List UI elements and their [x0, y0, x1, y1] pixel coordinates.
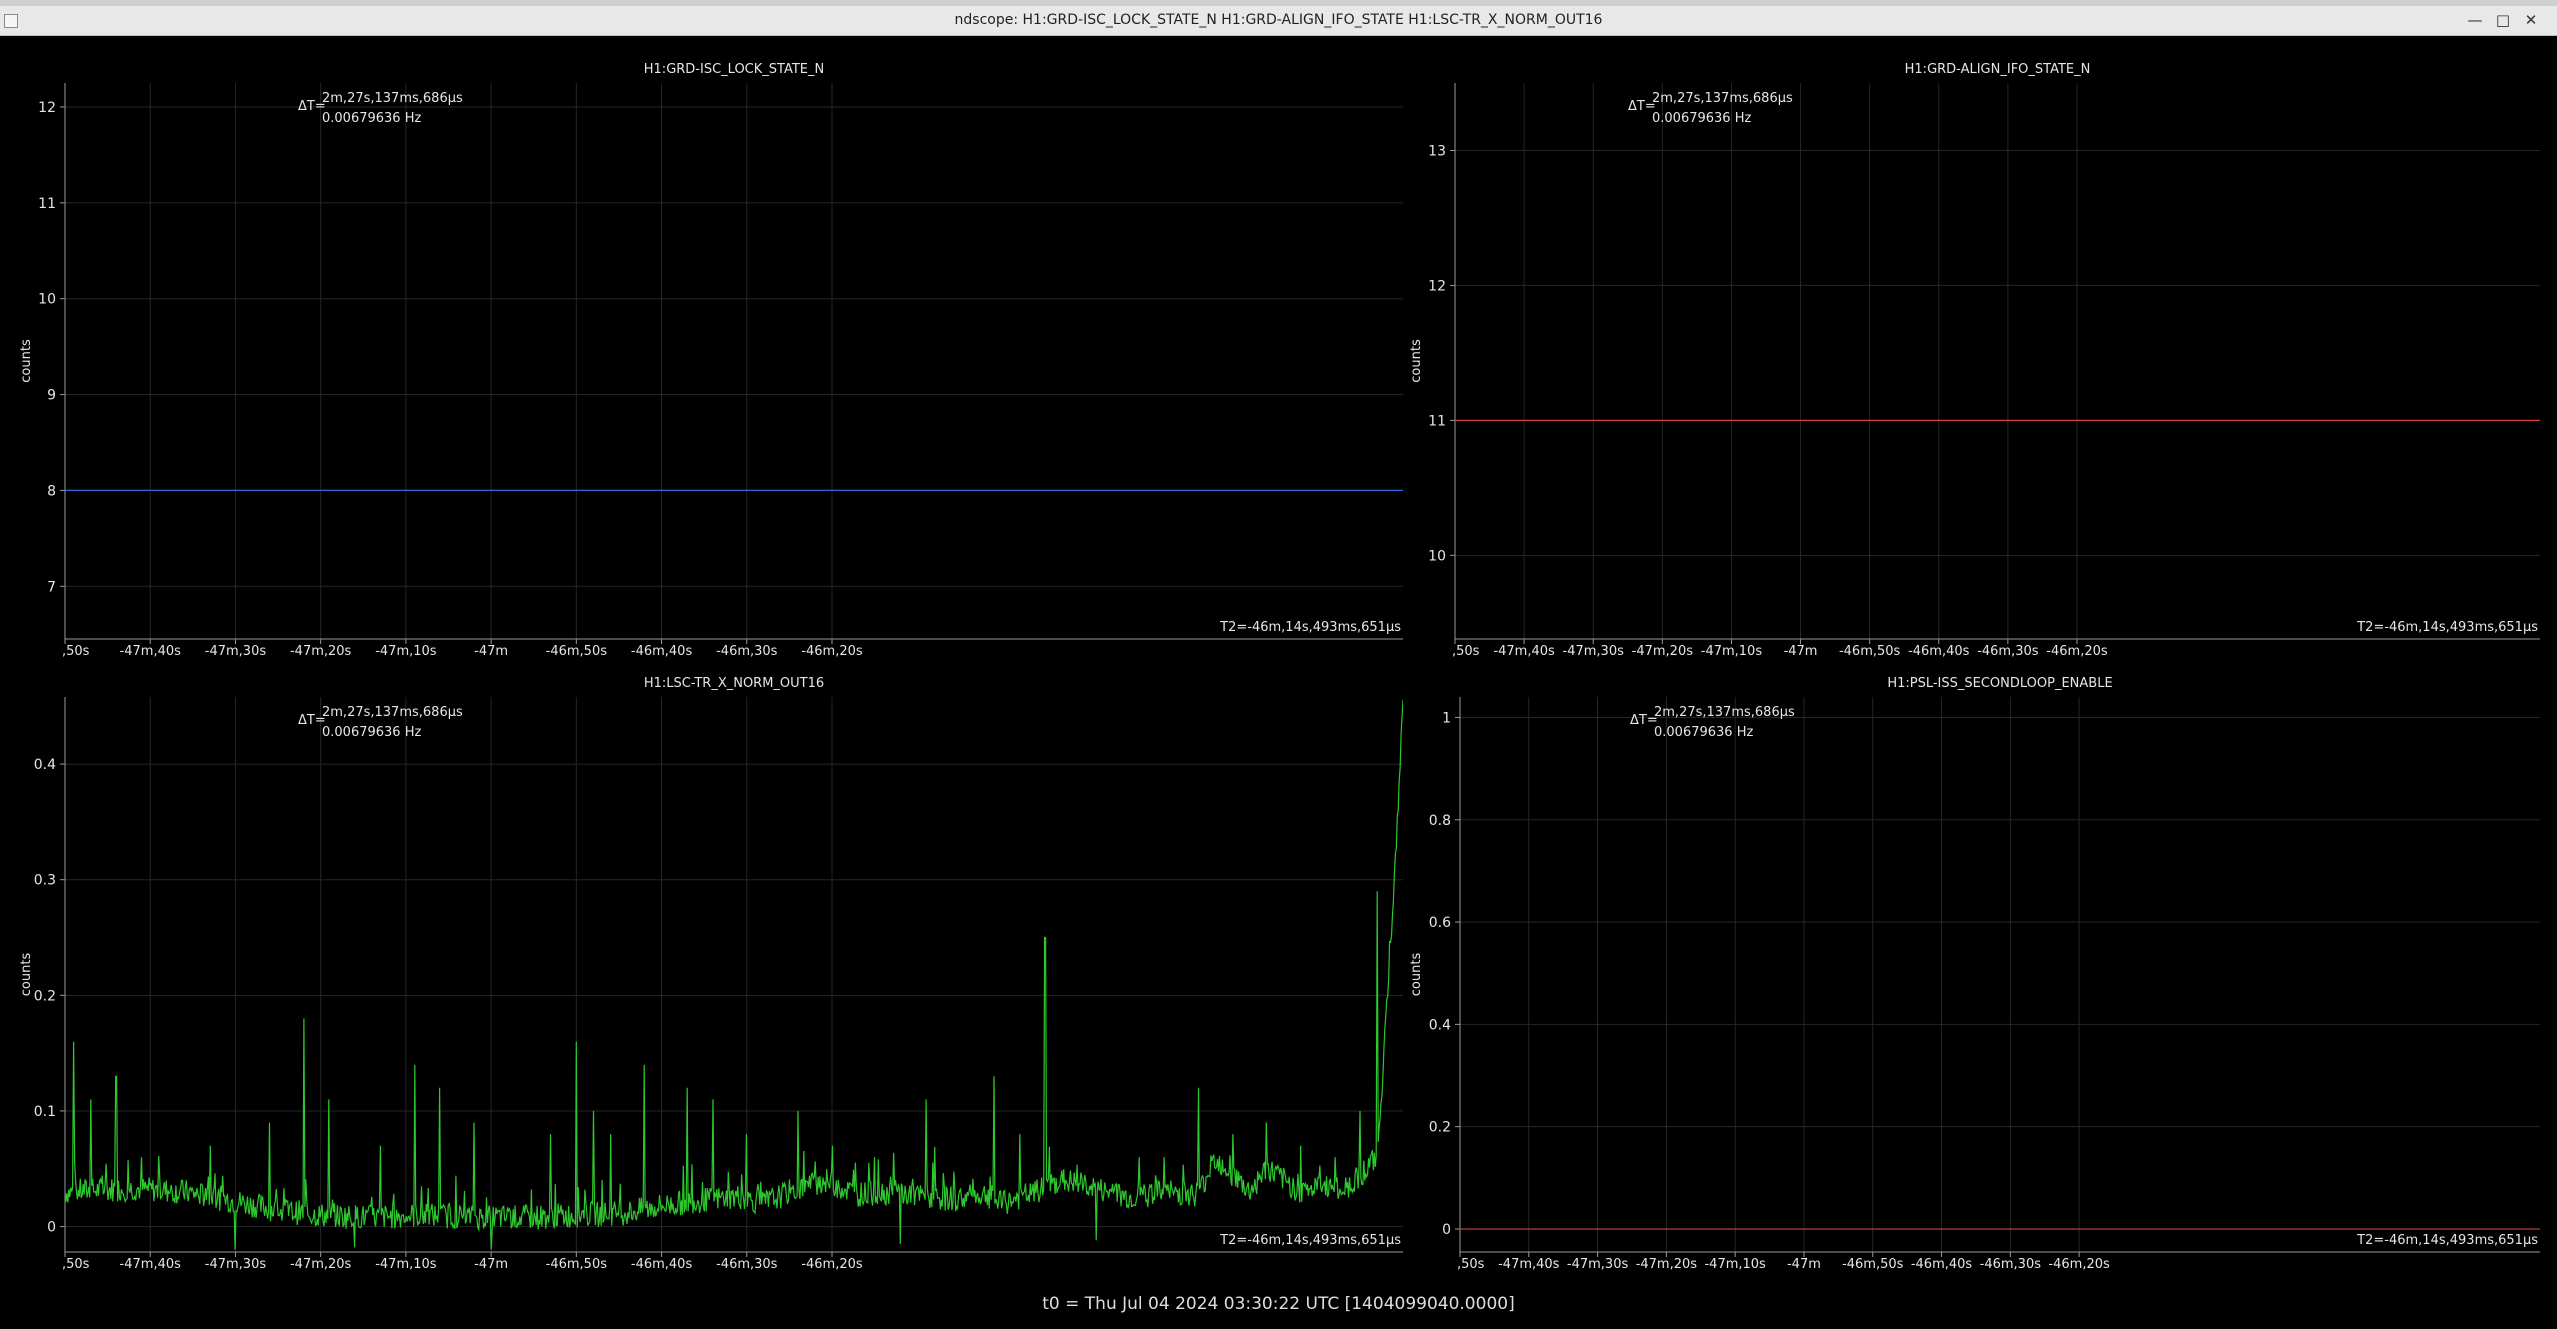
y-tick-label: 0.3 — [34, 873, 56, 889]
delta-freq-value: 0.00679636 Hz — [1654, 725, 1753, 740]
x-tick-label: -47m,40s — [1498, 1257, 1560, 1272]
y-tick-label: 7 — [47, 579, 56, 595]
series-line-1 — [65, 699, 1403, 1250]
chart-title: H1:LSC-TR_X_NORM_OUT16 — [644, 676, 824, 691]
delta-freq-value: 0.00679636 Hz — [322, 111, 421, 126]
y-tick-label: 12 — [38, 100, 56, 116]
x-tick-label: -46m,50s — [1839, 644, 1901, 659]
y-tick-label: 11 — [38, 196, 56, 212]
window-title: ndscope: H1:GRD-ISC_LOCK_STATE_N H1:GRD-… — [954, 12, 1603, 28]
x-tick-label: -47m,20s — [1632, 644, 1694, 659]
y-tick-label: 13 — [1428, 143, 1446, 159]
x-tick-label: -47m,40s — [1493, 644, 1555, 659]
t2-cursor-label: T2=-46m,14s,493ms,651µs — [1219, 1233, 1401, 1248]
chart-panel-1: 7 8 9 10 11 12 ,50s -47m,40s -47m,30s -47m,20s -47… — [19, 62, 1403, 659]
x-tick-label: -46m,50s — [1842, 1257, 1904, 1272]
chart-title: H1:GRD-ALIGN_IFO_STATE_N — [1905, 62, 2091, 77]
x-tick-label: -47m,10s — [1704, 1257, 1766, 1272]
x-tick-label: -47m,20s — [1636, 1257, 1698, 1272]
x-tick-label: -46m,40s — [1908, 644, 1970, 659]
y-tick-label: 0.4 — [1429, 1017, 1451, 1033]
y-tick-label: 0.1 — [34, 1104, 56, 1120]
x-tick-label: -46m,20s — [801, 644, 863, 659]
chart-panel-3: 0 0.1 0.2 0.3 0.4 ,50s -47m,40s -47m,30s -47m,20… — [19, 676, 1403, 1272]
delta-freq-value: 0.00679636 Hz — [1652, 111, 1751, 126]
x-tick-label: -46m,20s — [2046, 644, 2108, 659]
x-tick-label: -47m — [1784, 644, 1818, 659]
y-axis-label: counts — [19, 953, 34, 997]
y-tick-label: 1 — [1442, 710, 1451, 726]
x-tick-label: -47m,40s — [120, 644, 182, 659]
y-tick-label: 0.2 — [34, 988, 56, 1004]
y-tick-label: 12 — [1428, 278, 1446, 294]
x-tick-label: -46m,40s — [631, 1257, 693, 1272]
delta-t-value: 2m,27s,137ms,686µs — [1654, 705, 1795, 720]
x-tick-label: -46m,30s — [1980, 1257, 2042, 1272]
y-tick-label: 0 — [1442, 1222, 1451, 1238]
chart-panel-2: 10 11 12 13 ,50s -47m,40s -47m,30s -47m,20s -47m… — [1409, 62, 2540, 659]
x-tick-label: -47m,20s — [290, 644, 352, 659]
chart-panel-4: 0 0.2 0.4 0.6 0.8 1 ,50s -47m,40s -47m,30s -47m,2… — [1409, 676, 2540, 1272]
y-tick-label: 11 — [1428, 413, 1446, 429]
chart-title: H1:PSL-ISS_SECONDLOOP_ENABLE — [1887, 676, 2112, 691]
x-tick-label: -47m,30s — [205, 644, 267, 659]
x-tick-label: -47m,30s — [1563, 644, 1625, 659]
x-tick-label: -46m,50s — [546, 1257, 608, 1272]
y-axis-label: counts — [19, 339, 34, 383]
x-tick-label: -47m,30s — [1567, 1257, 1629, 1272]
delta-t-value: 2m,27s,137ms,686µs — [322, 91, 463, 106]
y-tick-label: 8 — [47, 483, 56, 499]
x-tick-label: -46m,50s — [546, 644, 608, 659]
x-tick-label: -47m,40s — [120, 1257, 182, 1272]
x-tick-label: -46m,30s — [1977, 644, 2039, 659]
x-tick-label: ,50s — [1457, 1257, 1485, 1272]
close-icon[interactable]: ✕ — [2520, 9, 2542, 31]
x-tick-label: -47m,10s — [375, 644, 437, 659]
x-tick-label: -46m,20s — [2048, 1257, 2110, 1272]
x-tick-label: -46m,30s — [716, 644, 778, 659]
x-tick-label: -46m,40s — [1911, 1257, 1973, 1272]
t2-cursor-label: T2=-46m,14s,493ms,651µs — [2356, 620, 2538, 635]
delta-freq-value: 0.00679636 Hz — [322, 725, 421, 740]
t2-cursor-label: T2=-46m,14s,493ms,651µs — [2356, 1233, 2538, 1248]
y-tick-label: 0.2 — [1429, 1120, 1451, 1136]
x-tick-label: ,50s — [62, 644, 90, 659]
plots-canvas[interactable]: 789101112,50s -47m,40s -47m,30s -47m,20s -47… — [0, 37, 2557, 1292]
x-tick-label: ,50s — [62, 1257, 90, 1272]
x-tick-label: -47m,20s — [290, 1257, 352, 1272]
x-tick-label: -47m — [474, 1257, 508, 1272]
y-tick-label: 10 — [38, 292, 56, 308]
y-tick-label: 0.4 — [34, 757, 56, 773]
y-tick-label: 0.8 — [1429, 813, 1451, 829]
delta-t-value: 2m,27s,137ms,686µs — [322, 705, 463, 720]
minimize-icon[interactable]: — — [2464, 9, 2486, 31]
y-axis-label: counts — [1409, 339, 1424, 383]
x-tick-label: -46m,40s — [631, 644, 693, 659]
t2-cursor-label: T2=-46m,14s,493ms,651µs — [1219, 620, 1401, 635]
x-tick-label: -46m,30s — [716, 1257, 778, 1272]
x-tick-label: -47m,30s — [205, 1257, 267, 1272]
y-tick-label: 0.6 — [1429, 915, 1451, 931]
maximize-icon[interactable]: □ — [2492, 9, 2514, 31]
window-titlebar[interactable]: ndscope: H1:GRD-ISC_LOCK_STATE_N H1:GRD-… — [0, 6, 2557, 36]
y-tick-label: 0 — [47, 1220, 56, 1236]
x-tick-label: -47m — [1787, 1257, 1821, 1272]
x-tick-label: -47m,10s — [375, 1257, 437, 1272]
y-axis-label: counts — [1409, 953, 1424, 997]
x-tick-label: -47m — [474, 644, 508, 659]
t0-footer: t0 = Thu Jul 04 2024 03:30:22 UTC [14040… — [1042, 1294, 1515, 1314]
chart-title: H1:GRD-ISC_LOCK_STATE_N — [644, 62, 824, 77]
x-tick-label: -47m,10s — [1701, 644, 1763, 659]
delta-t-value: 2m,27s,137ms,686µs — [1652, 91, 1793, 106]
x-tick-label: ,50s — [1452, 644, 1480, 659]
x-tick-label: -46m,20s — [801, 1257, 863, 1272]
y-tick-label: 10 — [1428, 548, 1446, 564]
plot-area[interactable]: 7 8 9 10 11 12,50s -47m,40s -47m,30s -47m,20s -47… — [0, 37, 2557, 1329]
y-tick-label: 9 — [47, 388, 56, 404]
